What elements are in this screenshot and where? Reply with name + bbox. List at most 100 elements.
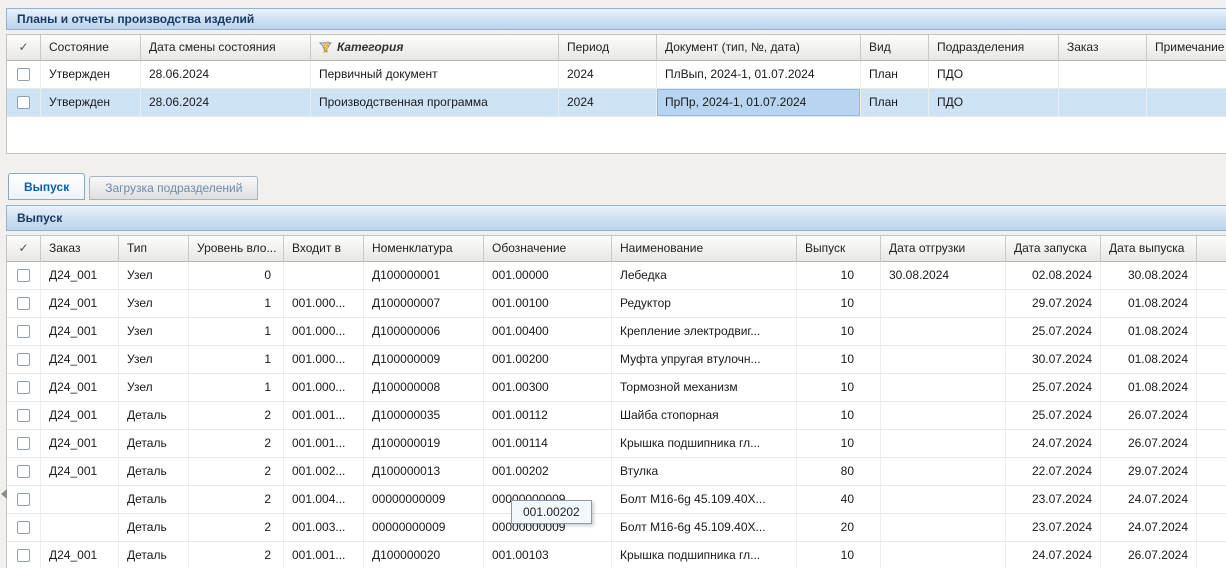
cell-start_date[interactable]: 30.07.2024 xyxy=(1006,346,1101,374)
column-header-release_date[interactable]: Дата выпуска xyxy=(1101,236,1197,262)
cell-name[interactable]: Болт М16-6g 45.109.40Х... xyxy=(612,486,797,514)
cell-check[interactable] xyxy=(7,402,41,430)
cell-level[interactable]: 2 xyxy=(189,458,284,486)
column-header-state[interactable]: Состояние xyxy=(41,35,141,61)
cell-designation[interactable]: 001.00400 xyxy=(484,318,612,346)
table-row[interactable]: Д24_001Узел0Д100000001001.00000Лебедка10… xyxy=(7,262,1226,290)
cell-type[interactable]: Узел xyxy=(119,290,189,318)
cell-order[interactable]: Д24_001 xyxy=(41,542,119,568)
cell-check[interactable] xyxy=(7,514,41,542)
cell-type[interactable]: Деталь xyxy=(119,542,189,568)
cell-department[interactable]: ПДО xyxy=(929,61,1059,89)
row-checkbox[interactable] xyxy=(17,381,30,394)
cell-release_date[interactable]: 01.08.2024 xyxy=(1101,374,1197,402)
cell-kind[interactable]: План xyxy=(861,89,929,117)
cell-category[interactable]: Производственная программа xyxy=(311,89,559,117)
cell-release_date[interactable]: 30.08.2024 xyxy=(1101,262,1197,290)
row-checkbox[interactable] xyxy=(17,521,30,534)
cell-order[interactable] xyxy=(41,486,119,514)
cell-output[interactable]: 10 xyxy=(797,290,881,318)
cell-state_date[interactable]: 28.06.2024 xyxy=(141,89,311,117)
cell-state_date[interactable]: 28.06.2024 xyxy=(141,61,311,89)
cell-check[interactable] xyxy=(7,262,41,290)
cell-part_of[interactable]: 001.001... xyxy=(284,402,364,430)
cell-order[interactable]: Д24_001 xyxy=(41,430,119,458)
cell-release_date[interactable]: 24.07.2024 xyxy=(1101,486,1197,514)
cell-part_of[interactable]: 001.001... xyxy=(284,542,364,568)
column-header-state_date[interactable]: Дата смены состояния xyxy=(141,35,311,61)
cell-type[interactable]: Деталь xyxy=(119,402,189,430)
cell-output[interactable]: 10 xyxy=(797,318,881,346)
column-header-type[interactable]: Тип xyxy=(119,236,189,262)
cell-name[interactable]: Редуктор xyxy=(612,290,797,318)
cell-start_date[interactable]: 24.07.2024 xyxy=(1006,430,1101,458)
cell-start_date[interactable]: 25.07.2024 xyxy=(1006,402,1101,430)
column-header-part_of[interactable]: Входит в xyxy=(284,236,364,262)
cell-designation[interactable]: 001.00100 xyxy=(484,290,612,318)
cell-order[interactable]: Д24_001 xyxy=(41,262,119,290)
cell-output[interactable]: 20 xyxy=(797,514,881,542)
cell-designation[interactable]: 001.00200 xyxy=(484,346,612,374)
cell-nomenclature[interactable]: Д100000009 xyxy=(364,346,484,374)
row-checkbox[interactable] xyxy=(17,269,30,282)
cell-nomenclature[interactable]: Д100000008 xyxy=(364,374,484,402)
cell-check[interactable] xyxy=(7,61,41,89)
column-header-order[interactable]: Заказ xyxy=(1059,35,1147,61)
cell-level[interactable]: 0 xyxy=(189,262,284,290)
cell-level[interactable]: 1 xyxy=(189,290,284,318)
cell-output[interactable]: 80 xyxy=(797,458,881,486)
cell-ship_date[interactable] xyxy=(881,346,1006,374)
row-checkbox[interactable] xyxy=(17,465,30,478)
cell-part_of[interactable]: 001.000... xyxy=(284,290,364,318)
table-row[interactable]: Д24_001Деталь2001.001...Д100000020001.00… xyxy=(7,542,1226,568)
cell-name[interactable]: Тормозной механизм xyxy=(612,374,797,402)
cell-release_date[interactable]: 26.07.2024 xyxy=(1101,402,1197,430)
cell-order[interactable]: Д24_001 xyxy=(41,458,119,486)
table-row[interactable]: Д24_001Узел1001.000...Д100000006001.0040… xyxy=(7,318,1226,346)
cell-check[interactable] xyxy=(7,318,41,346)
cell-ship_date[interactable] xyxy=(881,458,1006,486)
cell-level[interactable]: 1 xyxy=(189,346,284,374)
cell-designation[interactable]: 001.00000 xyxy=(484,262,612,290)
cell-part_of[interactable]: 001.002... xyxy=(284,458,364,486)
cell-document[interactable]: ПрПр, 2024-1, 01.07.2024 xyxy=(657,89,861,117)
tab-vypusk[interactable]: Выпуск xyxy=(8,173,85,200)
column-header-check[interactable]: ✓ xyxy=(7,236,41,262)
cell-nomenclature[interactable]: Д100000013 xyxy=(364,458,484,486)
cell-output[interactable]: 10 xyxy=(797,402,881,430)
row-checkbox[interactable] xyxy=(17,325,30,338)
cell-start_date[interactable]: 23.07.2024 xyxy=(1006,486,1101,514)
cell-type[interactable]: Деталь xyxy=(119,458,189,486)
table-row[interactable]: Утвержден28.06.2024Производственная прог… xyxy=(7,89,1226,117)
cell-release_date[interactable]: 24.07.2024 xyxy=(1101,514,1197,542)
row-checkbox[interactable] xyxy=(17,353,30,366)
cell-ship_date[interactable] xyxy=(881,514,1006,542)
cell-part_of[interactable]: 001.000... xyxy=(284,374,364,402)
cell-start_date[interactable]: 25.07.2024 xyxy=(1006,374,1101,402)
cell-name[interactable]: Крепление электродвиг... xyxy=(612,318,797,346)
column-header-level[interactable]: Уровень вло... xyxy=(189,236,284,262)
cell-name[interactable]: Шайба стопорная xyxy=(612,402,797,430)
cell-nomenclature[interactable]: Д100000006 xyxy=(364,318,484,346)
cell-level[interactable]: 2 xyxy=(189,486,284,514)
cell-output[interactable]: 10 xyxy=(797,262,881,290)
cell-check[interactable] xyxy=(7,542,41,568)
cell-nomenclature[interactable]: 00000000009 xyxy=(364,486,484,514)
table-row[interactable]: Д24_001Деталь2001.002...Д100000013001.00… xyxy=(7,458,1226,486)
cell-ship_date[interactable]: 30.08.2024 xyxy=(881,262,1006,290)
cell-output[interactable]: 10 xyxy=(797,346,881,374)
cell-designation[interactable]: 001.00112 xyxy=(484,402,612,430)
cell-check[interactable] xyxy=(7,346,41,374)
table-row[interactable]: Д24_001Деталь2001.001...Д100000019001.00… xyxy=(7,430,1226,458)
cell-note[interactable] xyxy=(1147,61,1226,89)
cell-check[interactable] xyxy=(7,374,41,402)
table-row[interactable]: Д24_001Узел1001.000...Д100000007001.0010… xyxy=(7,290,1226,318)
column-header-document[interactable]: Документ (тип, №, дата) xyxy=(657,35,861,61)
cell-ship_date[interactable] xyxy=(881,542,1006,568)
cell-level[interactable]: 2 xyxy=(189,430,284,458)
cell-period[interactable]: 2024 xyxy=(559,89,657,117)
cell-type[interactable]: Деталь xyxy=(119,486,189,514)
cell-ship_date[interactable] xyxy=(881,290,1006,318)
cell-output[interactable]: 40 xyxy=(797,486,881,514)
cell-nomenclature[interactable]: Д100000020 xyxy=(364,542,484,568)
